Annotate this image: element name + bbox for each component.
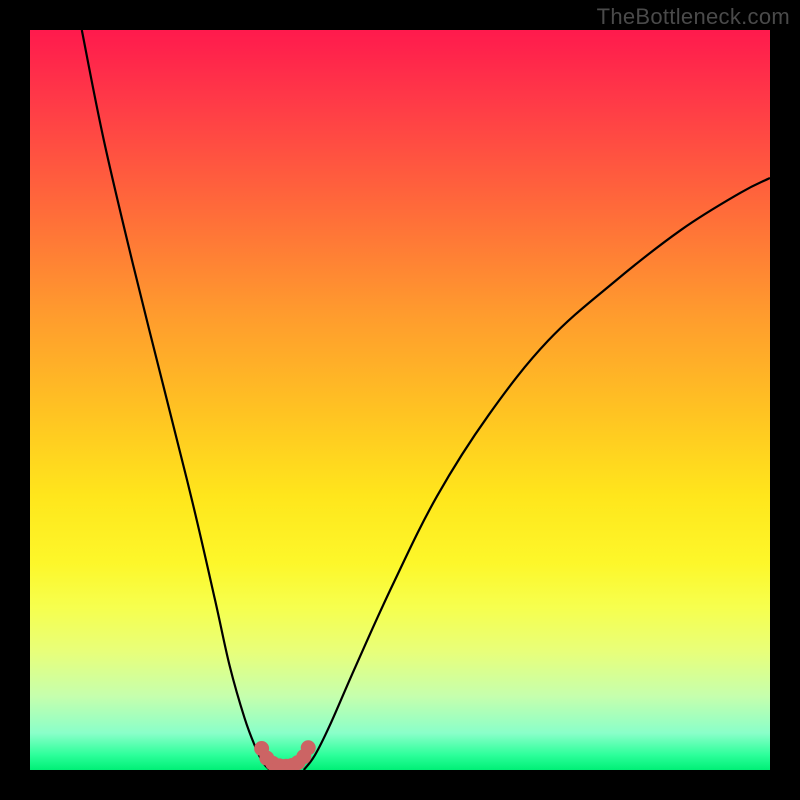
curve-left [82, 30, 270, 770]
valley-dot [301, 740, 316, 755]
watermark-text: TheBottleneck.com [597, 4, 790, 30]
curve-right [304, 178, 770, 770]
chart-frame: TheBottleneck.com [0, 0, 800, 800]
curve-layer [30, 30, 770, 770]
plot-area [30, 30, 770, 770]
